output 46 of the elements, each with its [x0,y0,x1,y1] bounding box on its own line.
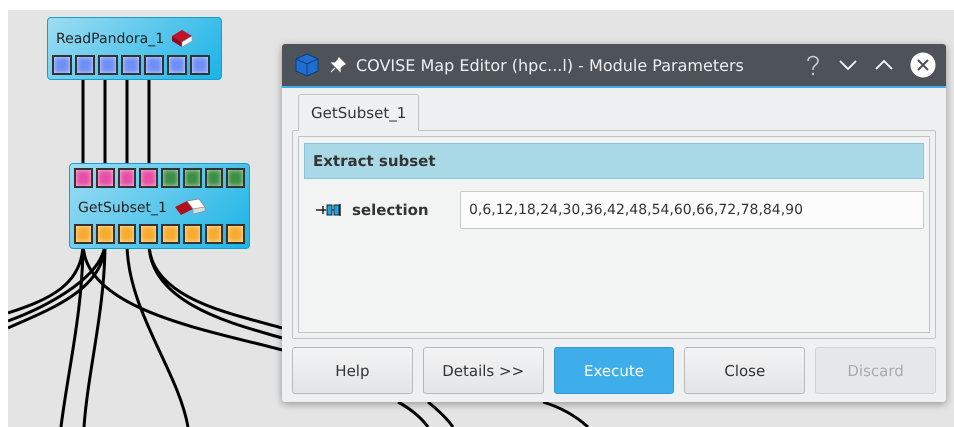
input-field[interactable]: 0,6,12,18,24,30,36,42,48,54,60,66,72,78,84,90 [460,191,924,229]
dialog-button[interactable]: Help [292,347,413,394]
output-port[interactable] [204,224,224,244]
help-icon[interactable] [804,54,822,76]
input-port[interactable] [161,168,180,188]
dialog-button[interactable]: Details >> [422,347,544,394]
close-icon[interactable] [910,52,936,78]
input-port[interactable] [118,168,136,188]
input-port[interactable] [74,168,93,188]
module-node[interactable]: GetSubset_1 [69,163,250,249]
output-port[interactable] [75,55,95,75]
connector-icon [316,203,344,217]
input-port[interactable] [96,168,114,188]
output-port[interactable] [226,224,245,244]
cube-icon [294,53,320,77]
output-port[interactable] [144,55,164,75]
input-port[interactable] [204,168,224,188]
chevron-up-icon[interactable] [874,59,894,71]
module-node[interactable]: ReadPandora_1 [47,17,222,80]
output-port[interactable] [167,55,187,75]
connection-line [542,400,589,427]
output-port[interactable] [52,55,72,75]
group-title: Extract subset [313,152,436,170]
book-icon [170,28,194,50]
input-port[interactable] [139,168,158,188]
output-port[interactable] [139,224,158,244]
tab[interactable]: GetSubset_1 [298,94,420,131]
pin-icon[interactable] [330,57,346,73]
window-title: COVISE Map Editor (hpc...l) - Module Parameters [356,56,745,74]
output-port[interactable] [74,224,93,244]
output-port[interactable] [118,224,136,244]
chevron-down-icon[interactable] [838,59,858,71]
output-port[interactable] [96,224,114,244]
dialog-button[interactable]: Close [684,347,806,394]
output-port[interactable] [190,55,210,75]
output-port[interactable] [182,224,202,244]
output-port[interactable] [161,224,180,244]
input-port[interactable] [182,168,202,188]
module-name: GetSubset_1 [78,200,167,216]
parameter-label: selection [352,201,430,219]
output-port[interactable] [98,55,118,75]
input-port[interactable] [226,168,245,188]
connection-line [397,400,430,427]
output-port[interactable] [121,55,141,75]
module-name: ReadPandora_1 [56,31,164,47]
connection-line [427,400,454,427]
